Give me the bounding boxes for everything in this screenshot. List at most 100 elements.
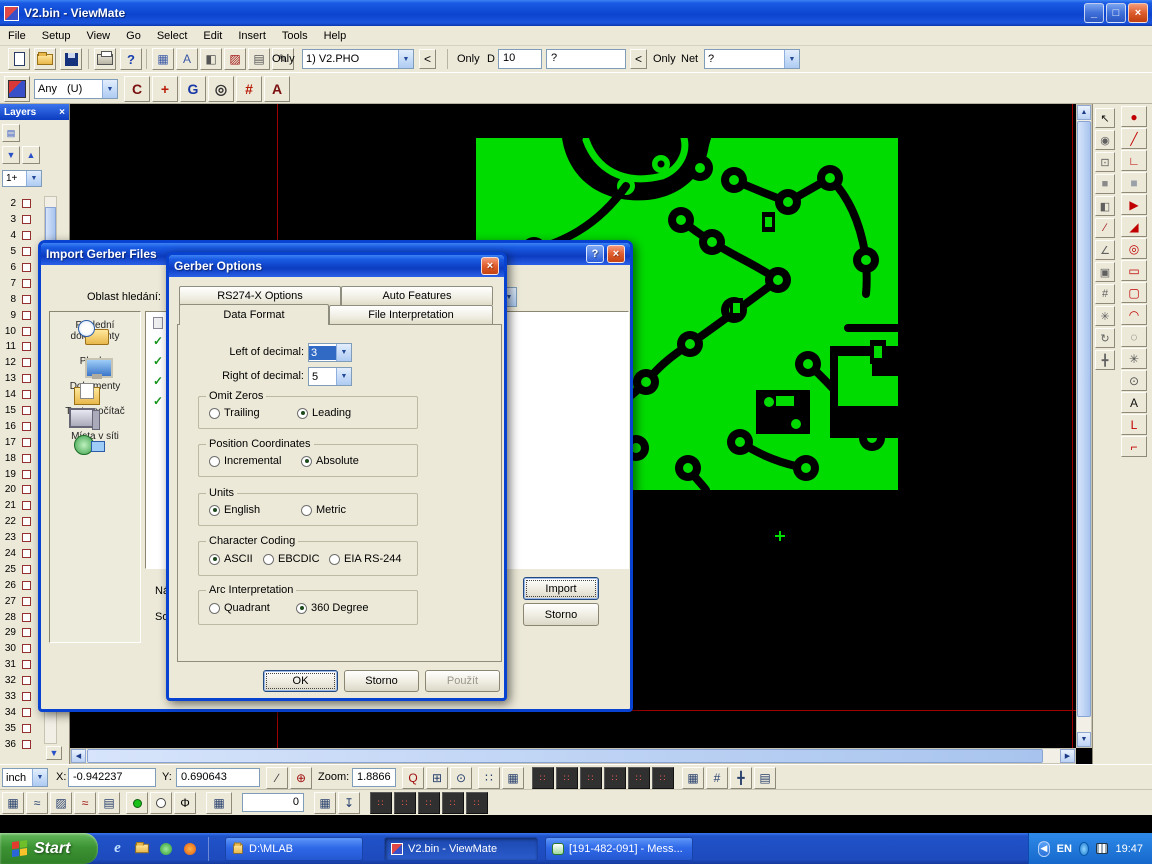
- place-my-computer[interactable]: Tento počítač: [53, 406, 137, 417]
- radio-metric[interactable]: Metric: [301, 504, 346, 516]
- dcode-pattern-button-2[interactable]: ∷: [394, 792, 416, 814]
- highlight-dcodes-button[interactable]: ▦: [152, 48, 174, 70]
- circle-aperture-button[interactable]: [150, 792, 172, 814]
- negative-display-button[interactable]: ∷: [604, 767, 626, 789]
- radio-absolute[interactable]: Absolute: [301, 455, 359, 467]
- mirror-icon[interactable]: ◧: [1095, 196, 1115, 216]
- start-button[interactable]: Start: [0, 833, 98, 864]
- dot-grid-button[interactable]: ∷: [478, 767, 500, 789]
- layer-row[interactable]: 2: [0, 196, 44, 212]
- layer-color-chip[interactable]: [22, 740, 31, 749]
- chevron-down-icon[interactable]: ▼: [398, 50, 413, 68]
- probe-tool-icon[interactable]: ⊙: [1121, 370, 1147, 391]
- horizontal-scrollbar[interactable]: ◀ ▶: [70, 748, 1076, 764]
- tab-data-format[interactable]: Data Format: [179, 304, 329, 325]
- layer-row[interactable]: 36: [0, 736, 44, 752]
- layer-color-chip[interactable]: [22, 231, 31, 240]
- sketch-button[interactable]: ▨: [224, 48, 246, 70]
- quick-launch-green-icon[interactable]: [156, 839, 175, 858]
- zoom-window-button[interactable]: ⊞: [426, 767, 448, 789]
- rounded-rect-tool-icon[interactable]: ▢: [1121, 282, 1147, 303]
- radio-360-degree[interactable]: 360 Degree: [296, 602, 369, 614]
- dcode-pattern-button-3[interactable]: ∷: [418, 792, 440, 814]
- slash-icon[interactable]: ∕: [1095, 218, 1115, 238]
- aperture-grid-button[interactable]: #: [236, 76, 262, 102]
- left-decimal-combo[interactable]: 3▼: [308, 343, 352, 362]
- layer-color-chip[interactable]: [22, 501, 31, 510]
- text-orient-button[interactable]: A: [176, 48, 198, 70]
- prev-layer-button[interactable]: <: [419, 49, 436, 69]
- scroll-down-icon[interactable]: ▼: [1077, 732, 1091, 747]
- quick-launch-explorer-icon[interactable]: [132, 839, 151, 858]
- menu-go[interactable]: Go: [118, 27, 149, 45]
- line-grid-button[interactable]: ▦: [502, 767, 524, 789]
- line-tool-icon[interactable]: ╱: [1121, 128, 1147, 149]
- layer-color-chip[interactable]: [22, 406, 31, 415]
- radio-trailing[interactable]: Trailing: [209, 407, 260, 419]
- filled-rect-tool-icon[interactable]: ■: [1121, 172, 1147, 193]
- aperture-c-button[interactable]: C: [124, 76, 150, 102]
- layer-color-chip[interactable]: [22, 597, 31, 606]
- chevron-down-icon[interactable]: ▼: [336, 344, 351, 361]
- restore-button[interactable]: □: [1106, 3, 1126, 23]
- hatch-button[interactable]: ▨: [50, 792, 72, 814]
- place-recent-documents[interactable]: Poslední dokumenty: [53, 320, 137, 342]
- menu-help[interactable]: Help: [316, 27, 355, 45]
- right-decimal-combo[interactable]: 5▼: [308, 367, 352, 386]
- fill-button[interactable]: ▤: [248, 48, 270, 70]
- language-indicator[interactable]: EN: [1057, 843, 1072, 855]
- net-combo[interactable]: ?▼: [704, 49, 800, 69]
- select-point-icon[interactable]: ◉: [1095, 130, 1115, 150]
- layer-color-chip[interactable]: [22, 549, 31, 558]
- wave-a-button[interactable]: ≈: [26, 792, 48, 814]
- minimize-button[interactable]: _: [1084, 3, 1104, 23]
- quick-launch-firefox-icon[interactable]: [180, 839, 199, 858]
- layer-color-chip[interactable]: [22, 295, 31, 304]
- redraw-button[interactable]: ▤: [754, 767, 776, 789]
- layer-color-chip[interactable]: [22, 454, 31, 463]
- snap-grid-button[interactable]: ▦: [314, 792, 336, 814]
- zoom-value-field[interactable]: 1.8866: [352, 768, 396, 787]
- spiral-tool-icon[interactable]: ◌: [1121, 326, 1147, 347]
- layer-move-up-button[interactable]: ▲: [22, 146, 40, 164]
- menu-insert[interactable]: Insert: [230, 27, 274, 45]
- pads-display-button[interactable]: ∷: [556, 767, 578, 789]
- scroll-left-icon[interactable]: ◀: [71, 749, 86, 763]
- radio-leading[interactable]: Leading: [297, 407, 351, 419]
- import-dialog-close-button[interactable]: ×: [607, 245, 625, 263]
- pan-icon[interactable]: ╋: [1095, 350, 1115, 370]
- radio-english[interactable]: English: [209, 504, 260, 516]
- circle-tool-icon[interactable]: ◎: [1121, 238, 1147, 259]
- chevron-down-icon[interactable]: ▼: [26, 171, 41, 186]
- layer-color-chip[interactable]: [22, 628, 31, 637]
- traces-display-button[interactable]: ∷: [580, 767, 602, 789]
- zoom-query-button[interactable]: Q: [402, 767, 424, 789]
- open-file-button[interactable]: [34, 48, 56, 70]
- mesh-button[interactable]: ▤: [98, 792, 120, 814]
- layer-color-chip[interactable]: [22, 438, 31, 447]
- layer-color-chip[interactable]: [22, 581, 31, 590]
- layer-color-chip[interactable]: [22, 660, 31, 669]
- aperture-filter-combo[interactable]: Any (U) ▼: [34, 79, 118, 99]
- layer-color-chip[interactable]: [22, 311, 31, 320]
- layer-color-chip[interactable]: [22, 644, 31, 653]
- horizontal-scroll-thumb[interactable]: [87, 749, 1043, 763]
- dcode-query-input[interactable]: ?: [546, 49, 626, 69]
- layer-color-chip[interactable]: [22, 724, 31, 733]
- filled-box-icon[interactable]: ■: [1095, 174, 1115, 194]
- menu-file[interactable]: File: [0, 27, 34, 45]
- tray-chevron-icon[interactable]: ◀: [1038, 841, 1050, 857]
- layer-color-chip[interactable]: [22, 470, 31, 479]
- import-button[interactable]: Import: [523, 577, 599, 600]
- place-documents[interactable]: Dokumenty: [53, 381, 137, 392]
- current-dcode-field[interactable]: 0: [242, 793, 304, 812]
- chevron-down-icon[interactable]: ▼: [336, 368, 351, 385]
- layer-color-chip[interactable]: [22, 374, 31, 383]
- anchor-button[interactable]: ↧: [338, 792, 360, 814]
- scroll-up-icon[interactable]: ▲: [1077, 105, 1091, 120]
- tab-auto-features[interactable]: Auto Features: [341, 286, 493, 305]
- task-viewmate[interactable]: V2.bin - ViewMate: [384, 837, 538, 861]
- chevron-down-icon[interactable]: ▼: [32, 769, 47, 786]
- tab-file-interpretation[interactable]: File Interpretation: [329, 305, 493, 324]
- ok-button[interactable]: OK: [263, 670, 338, 692]
